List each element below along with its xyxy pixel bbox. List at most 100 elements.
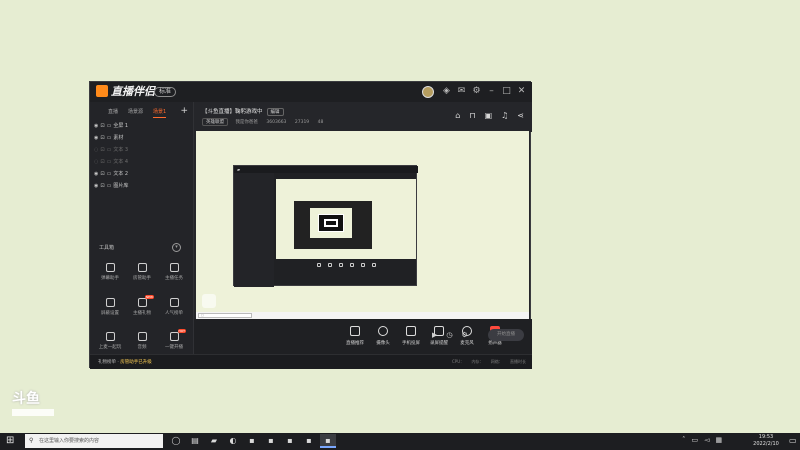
source-item[interactable]: ◌ ⊡ ▭ 文本 4 xyxy=(94,158,188,167)
feishu-icon[interactable]: ▪ xyxy=(301,434,317,448)
source-item[interactable]: ◉ ⊡ ▭ 文本 2 xyxy=(94,170,188,179)
tool-audio[interactable]: 音频 xyxy=(125,332,159,354)
lock-icon[interactable]: ⊡ xyxy=(100,182,104,191)
tool-tasks[interactable]: 主播任务 xyxy=(157,263,191,285)
video-icon[interactable]: ▶ xyxy=(432,331,437,339)
camera-icon xyxy=(378,326,388,336)
room-title-text: 【斗鱼直播】鞠躬游戏中 xyxy=(202,109,263,115)
user-avatar[interactable] xyxy=(422,86,434,98)
tool-block[interactable]: 屏蔽设置 xyxy=(93,298,127,320)
volume-icon[interactable]: ◅ xyxy=(704,435,709,445)
nested-control-icon xyxy=(327,263,332,267)
nested-logo: ▰ xyxy=(237,167,241,172)
chevron-up-icon[interactable]: ˆ xyxy=(682,435,686,445)
new-badge: NEW xyxy=(144,295,154,299)
source-item[interactable]: ◉ ⊡ ▭ 素材 xyxy=(94,134,188,143)
control-label: 摄像头 xyxy=(376,341,390,346)
mail-icon[interactable]: ▪ xyxy=(282,434,298,448)
eye-icon[interactable]: ◉ xyxy=(94,182,98,191)
eye-icon[interactable]: ◉ xyxy=(94,134,98,143)
tool-quick-start[interactable]: HOT 一键开播 xyxy=(157,329,191,354)
eye-icon[interactable]: ◌ xyxy=(94,158,98,167)
edge-icon[interactable]: ◐ xyxy=(225,434,241,448)
ime-icon[interactable]: ▦ xyxy=(716,435,723,445)
task-view-icon[interactable]: ◯ xyxy=(168,434,184,448)
source-item[interactable]: ◉ ⊡ ▭ 图片库 xyxy=(94,182,188,191)
mail-icon[interactable]: ✉ xyxy=(457,86,466,97)
task-switch-icon[interactable]: ▤ xyxy=(187,434,203,448)
tool-label: 屏蔽设置 xyxy=(101,311,119,316)
source-label: 全屏 1 xyxy=(113,123,129,129)
premiere-icon[interactable]: ▪ xyxy=(244,434,260,448)
lock-icon[interactable]: ⊡ xyxy=(100,134,104,143)
settings-icon[interactable]: ⚙ xyxy=(472,86,481,97)
photoshop-icon[interactable]: ▪ xyxy=(263,434,279,448)
tab-live[interactable]: 直播 xyxy=(108,108,118,115)
nested-preview-window: ▰ xyxy=(233,165,418,287)
tab-scene1[interactable]: 场景1 xyxy=(153,108,167,118)
tools-toggle-button[interactable]: ▾ xyxy=(172,243,181,252)
tool-gift[interactable]: NEW 主播礼物 xyxy=(125,295,159,320)
nested-inner-window xyxy=(294,201,372,249)
lock-icon[interactable]: ⊡ xyxy=(100,122,104,131)
start-live-button[interactable]: 开始直播 xyxy=(488,329,524,341)
desktop-watermark-logo: 斗鱼 xyxy=(12,391,40,407)
minimize-icon[interactable]: – xyxy=(487,86,496,97)
screen-icon: ▭ xyxy=(106,123,112,129)
taskbar-search-input[interactable]: ⚲ 在这里输入你要搜索的内容 xyxy=(25,434,163,448)
notification-icon[interactable]: ▭ xyxy=(789,436,797,445)
record-icon[interactable]: ▣ xyxy=(485,112,493,120)
tool-mic-play[interactable]: 上麦一起玩 xyxy=(93,332,127,354)
stream-preview[interactable]: ▰ xyxy=(196,131,529,312)
folder-icon[interactable]: ▰ xyxy=(206,434,222,448)
eye-icon[interactable]: ◉ xyxy=(94,122,98,131)
tool-danmaku[interactable]: 弹幕助手 xyxy=(93,263,127,285)
nested-control-icon xyxy=(316,263,321,267)
source-label: 文本 4 xyxy=(113,159,129,165)
footer-highlight[interactable]: 房管助手已升级 xyxy=(120,360,152,365)
tool-rank[interactable]: 人气榜单 xyxy=(157,298,191,320)
maximize-icon[interactable]: □ xyxy=(502,86,511,97)
bell-icon[interactable]: ♫ xyxy=(501,112,508,120)
nested-control-icon xyxy=(360,263,365,267)
tab-sources[interactable]: 场景源 xyxy=(128,108,143,115)
eye-icon[interactable]: ◌ xyxy=(94,146,98,155)
clock-icon[interactable]: ◷ xyxy=(446,331,452,339)
eye-icon[interactable]: ◉ xyxy=(94,170,98,179)
settings-icon[interactable]: ⚙ xyxy=(462,331,468,339)
tool-room-admin[interactable]: 房管助手 xyxy=(125,263,159,285)
lock-icon[interactable]: ⊡ xyxy=(100,158,104,167)
source-label: 文本 3 xyxy=(113,147,129,153)
add-scene-button[interactable]: + xyxy=(180,106,188,116)
network-icon[interactable]: ▭ xyxy=(692,435,699,445)
lock-icon[interactable]: ⊡ xyxy=(100,146,104,155)
tool-label: 弹幕助手 xyxy=(101,276,119,281)
streaming-app-icon[interactable]: ▪ xyxy=(320,434,336,448)
share-icon[interactable]: ⋖ xyxy=(517,112,524,120)
tool-label: 人气榜单 xyxy=(165,311,183,316)
tools-header: 工具箱 xyxy=(99,245,115,251)
source-label: 图片库 xyxy=(113,183,129,189)
control-camera[interactable]: 摄像头 xyxy=(370,326,396,346)
windows-start-icon[interactable]: ⊞ xyxy=(6,436,16,446)
version-badge[interactable]: 标准 xyxy=(154,87,177,97)
edit-title-button[interactable]: 编辑 xyxy=(266,108,284,116)
control-phone-cast[interactable]: 手机投屏 xyxy=(398,326,424,346)
close-icon[interactable]: ✕ xyxy=(517,86,526,97)
control-recommend[interactable]: 直播推荐 xyxy=(342,326,368,346)
nested-control-icon xyxy=(371,263,376,267)
control-label: 手机投屏 xyxy=(402,341,420,346)
lock-icon[interactable]: ⊓ xyxy=(469,112,475,120)
footer-notice-text[interactable]: 礼物榜单 xyxy=(98,360,116,365)
source-item[interactable]: ◌ ⊡ ▭ 文本 3 xyxy=(94,146,188,155)
taskbar-clock[interactable]: 19:53 2022/2/10 xyxy=(746,434,786,448)
clock-time: 19:53 xyxy=(758,434,774,440)
category-pill[interactable]: 英雄联盟 xyxy=(202,118,228,126)
lock-icon[interactable]: ⊡ xyxy=(100,170,104,179)
shirt-icon[interactable]: ◈ xyxy=(442,86,451,97)
shop-icon[interactable]: ⌂ xyxy=(455,112,460,120)
nested-inner-preview xyxy=(310,208,352,238)
app-titlebar: 直播伴侣 标准 ◈ ✉ ⚙ – □ ✕ xyxy=(90,82,532,102)
footer-stats: CPU： 内存： 网络： 直播时长 xyxy=(446,359,526,365)
source-item[interactable]: ◉ ⊡ ▭ 全屏 1 xyxy=(94,122,188,131)
